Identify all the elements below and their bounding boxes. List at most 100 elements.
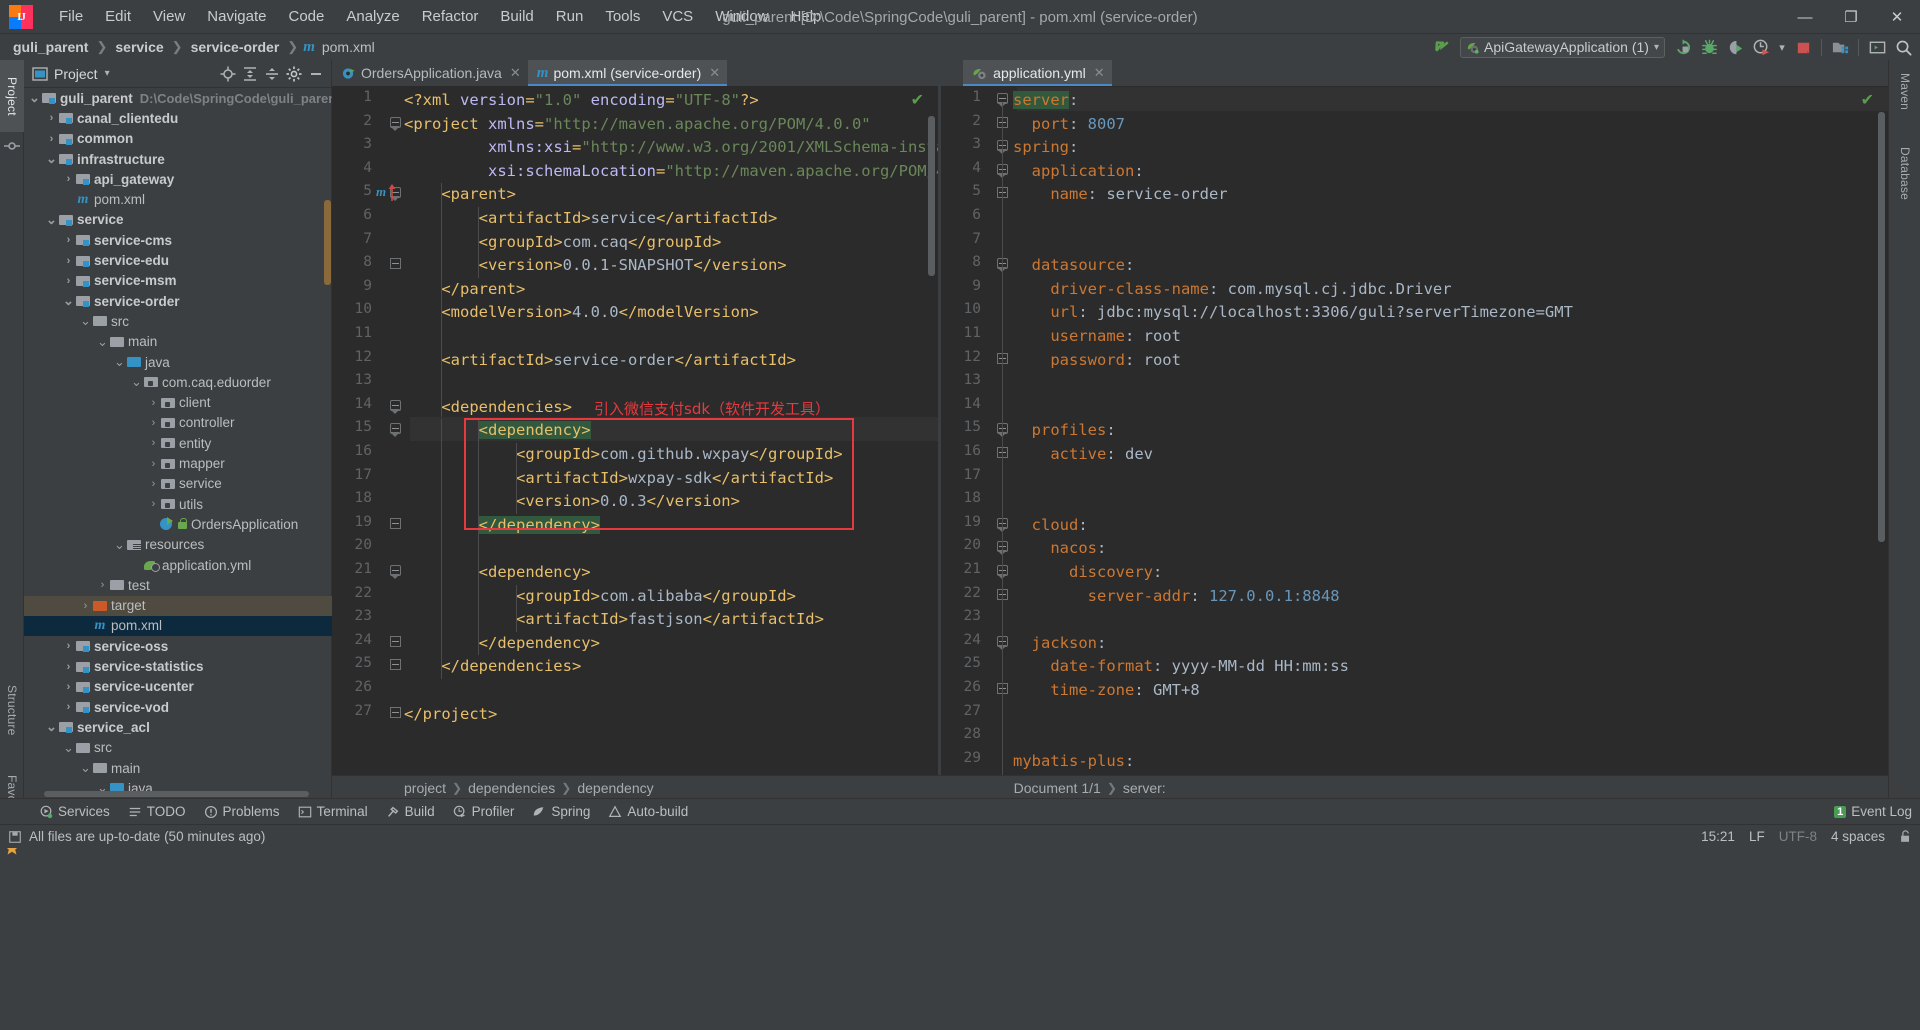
code-line[interactable]: active: dev [1013, 443, 1153, 467]
tree-horizontal-scrollbar[interactable] [24, 789, 324, 798]
code-line[interactable]: <version>0.0.1-SNAPSHOT</version> [404, 254, 787, 278]
tree-row[interactable]: › canal_clientedu [24, 108, 332, 128]
chevron-right-icon[interactable]: › [62, 701, 75, 713]
breadcrumb-item-pom[interactable]: pom.xml [319, 38, 378, 56]
fold-collapse-icon[interactable] [997, 517, 1009, 532]
right-tool-strip[interactable]: Maven Database [1888, 60, 1920, 798]
fold-end-icon[interactable] [390, 258, 402, 270]
code-line[interactable]: application: [1013, 160, 1144, 184]
fold-collapse-icon[interactable] [390, 423, 402, 438]
menu-code[interactable]: Code [277, 4, 335, 29]
menu-vcs[interactable]: VCS [651, 4, 704, 29]
maven-change-marker-icon[interactable]: m [376, 184, 386, 200]
terminal-icon[interactable] [1864, 35, 1890, 59]
pom-crumb-dependencies[interactable]: dependencies [468, 780, 555, 796]
chevron-right-icon[interactable]: › [62, 173, 75, 185]
code-line[interactable]: <parent> [404, 183, 516, 207]
pom-crumb-project[interactable]: project [404, 780, 446, 796]
fold-collapse-icon[interactable] [997, 163, 1009, 178]
chevron-down-icon[interactable]: ⌄ [28, 90, 41, 106]
project-structure-icon[interactable] [1827, 35, 1853, 59]
settings-gear-icon[interactable] [283, 63, 305, 85]
toolwindow-services[interactable]: Services [30, 799, 119, 825]
tree-row[interactable]: ⌄ com.caq.eduorder [24, 372, 332, 392]
dropdown-chevron-icon[interactable]: ▾ [1774, 35, 1790, 59]
tool-window-bar[interactable]: Services TODO Problems Terminal Build Pr… [0, 798, 1920, 824]
chevron-down-icon[interactable]: ▾ [1654, 42, 1659, 53]
code-line[interactable]: </project> [404, 703, 497, 727]
code-line[interactable]: <dependency> [404, 561, 591, 585]
chevron-right-icon[interactable]: › [62, 640, 75, 652]
menu-window[interactable]: Window [704, 4, 779, 29]
chevron-right-icon[interactable]: › [147, 417, 160, 429]
tree-row[interactable]: › utils [24, 494, 332, 514]
breadcrumb-item-service-order[interactable]: service-order [188, 38, 283, 56]
pom-crumb-dependency[interactable]: dependency [577, 780, 653, 796]
chevron-right-icon[interactable]: › [147, 458, 160, 470]
fold-end-icon[interactable] [390, 517, 402, 530]
code-line[interactable]: <artifactId>fastjson</artifactId> [404, 608, 824, 632]
code-line[interactable]: cloud: [1013, 514, 1088, 538]
code-line[interactable]: nacos: [1013, 537, 1106, 561]
code-line[interactable]: <?xml version="1.0" encoding="UTF-8"?> [404, 89, 759, 113]
tree-row[interactable]: › service [24, 474, 332, 494]
tree-row[interactable]: ⌄ service [24, 210, 332, 230]
tree-row[interactable]: ⌄ service-order [24, 291, 332, 311]
code-line[interactable]: </dependencies> [404, 655, 581, 679]
tree-row[interactable]: › service-msm [24, 271, 332, 291]
chevron-right-icon[interactable]: › [45, 112, 58, 124]
tree-row[interactable]: › service-vod [24, 697, 332, 717]
code-line[interactable]: <modelVersion>4.0.0</modelVersion> [404, 301, 758, 325]
chevron-right-icon[interactable]: › [79, 600, 92, 612]
status-encoding[interactable]: UTF-8 [1779, 829, 1817, 844]
chevron-down-icon[interactable]: ⌄ [130, 374, 143, 390]
tree-row[interactable]: ⌄ java [24, 352, 332, 372]
tree-row[interactable]: › client [24, 393, 332, 413]
sidebar-item-structure[interactable]: Structure [0, 668, 24, 752]
rerun-icon[interactable] [1670, 35, 1696, 59]
chevron-right-icon[interactable]: › [62, 275, 75, 287]
project-tree[interactable]: ⌄ guli_parent D:\Code\SpringCode\guli_pare… [24, 88, 332, 798]
tree-row[interactable]: m pom.xml [24, 190, 332, 210]
chevron-down-icon[interactable]: ▾ [105, 68, 110, 79]
chevron-right-icon[interactable]: › [62, 681, 75, 693]
yml-editor-pane[interactable]: 1 server: 2 port: 8007 3 spring: 4 applicatio… [940, 86, 1888, 798]
read-write-lock-icon[interactable] [1899, 829, 1912, 844]
chevron-down-icon[interactable]: ⌄ [96, 334, 109, 350]
toolwindow-spring[interactable]: Spring [523, 799, 599, 825]
fold-collapse-icon[interactable] [997, 565, 1009, 579]
sidebar-item-database[interactable]: Database [1893, 134, 1917, 212]
toolwindow-profiler[interactable]: Profiler [444, 799, 524, 825]
menu-view[interactable]: View [142, 4, 196, 29]
chevron-right-icon[interactable]: › [62, 234, 75, 246]
editor-tab-bar[interactable]: OrdersApplication.java ✕ m pom.xml (serv… [332, 60, 1888, 86]
chevron-down-icon[interactable]: ⌄ [79, 313, 92, 329]
tree-row[interactable]: ⌄ src [24, 738, 332, 758]
commit-icon[interactable] [4, 138, 20, 154]
yml-vertical-scrollbar[interactable] [1878, 112, 1885, 542]
sidebar-item-maven[interactable]: Maven [1893, 62, 1917, 122]
fold-collapse-icon[interactable] [997, 423, 1009, 438]
menu-help[interactable]: Help [780, 4, 833, 29]
tree-row[interactable]: ⌄ infrastructure [24, 149, 332, 169]
fold-collapse-icon[interactable] [997, 140, 1009, 155]
fold-collapse-icon[interactable] [390, 399, 402, 414]
yml-crumb-server[interactable]: server: [1123, 780, 1166, 796]
left-tool-strip[interactable]: Project Structure Favorites [0, 60, 24, 855]
chevron-down-icon[interactable]: ⌄ [45, 719, 58, 735]
code-line[interactable]: server-addr: 127.0.0.1:8848 [1013, 585, 1340, 609]
stop-icon[interactable] [1790, 35, 1816, 59]
tree-vertical-scrollbar[interactable] [324, 200, 331, 285]
code-line[interactable]: url: jdbc:mysql://localhost:3306/guli?se… [1013, 301, 1573, 325]
tree-row[interactable]: › controller [24, 413, 332, 433]
chevron-down-icon[interactable]: ⌄ [45, 151, 58, 167]
code-line[interactable]: <dependencies> [404, 396, 572, 420]
menu-file[interactable]: File [48, 4, 94, 29]
menu-run[interactable]: Run [545, 4, 595, 29]
code-line[interactable]: password: root [1013, 349, 1181, 373]
coverage-icon[interactable] [1722, 35, 1748, 59]
main-toolbar[interactable]: ApiGatewayApplication (1) ▾ ▾ [1429, 34, 1916, 60]
chevron-right-icon[interactable]: › [147, 498, 160, 510]
fold-collapse-icon[interactable] [390, 116, 402, 131]
tree-row[interactable]: ⌄ service_acl [24, 717, 332, 737]
